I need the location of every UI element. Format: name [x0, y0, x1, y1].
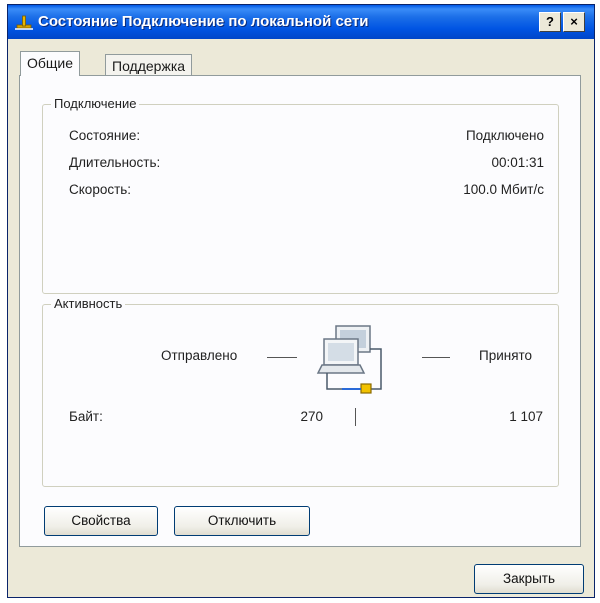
tab-general-label: Общие — [27, 55, 74, 71]
close-icon: × — [570, 14, 578, 29]
bytes-label: Байт: — [69, 409, 103, 424]
close-button[interactable]: Закрыть — [474, 564, 584, 594]
close-window-button[interactable]: × — [563, 12, 585, 32]
sent-connector-line — [267, 357, 297, 358]
disable-button[interactable]: Отключить — [174, 506, 310, 536]
connection-status-dialog: Состояние Подключение по локальной сети … — [7, 4, 595, 598]
bytes-received-value: 1 107 — [509, 409, 543, 424]
connection-group: Подключение Состояние: Подключено Длител… — [42, 96, 559, 294]
tab-panel-general: Подключение Состояние: Подключено Длител… — [19, 75, 581, 547]
network-connection-icon — [15, 15, 33, 30]
speed-label: Скорость: — [69, 182, 132, 197]
tab-support-label: Поддержка — [112, 58, 186, 74]
tab-support[interactable]: Поддержка — [105, 54, 193, 76]
speed-value: 100.0 Мбит/с — [463, 182, 544, 197]
bytes-separator — [355, 408, 356, 426]
title-bar[interactable]: Состояние Подключение по локальной сети … — [8, 5, 594, 39]
bytes-sent-value: 270 — [300, 409, 323, 424]
received-label: Принято — [479, 348, 533, 363]
status-label: Состояние: — [69, 128, 141, 143]
help-icon: ? — [546, 14, 554, 29]
window-title: Состояние Подключение по локальной сети — [38, 13, 369, 30]
activity-group-legend: Активность — [51, 296, 126, 311]
help-button[interactable]: ? — [539, 12, 561, 32]
connection-group-legend: Подключение — [51, 96, 140, 111]
sent-label: Отправлено — [161, 348, 238, 363]
properties-button[interactable]: Свойства — [44, 506, 158, 536]
received-connector-line — [422, 357, 450, 358]
duration-label: Длительность: — [69, 155, 161, 170]
status-value: Подключено — [465, 128, 544, 143]
activity-group: Активность Отправлено Принято Байт: 270 … — [42, 296, 559, 487]
network-computers-icon — [316, 325, 382, 394]
duration-value: 00:01:31 — [491, 155, 544, 170]
tab-general[interactable]: Общие — [20, 51, 81, 76]
